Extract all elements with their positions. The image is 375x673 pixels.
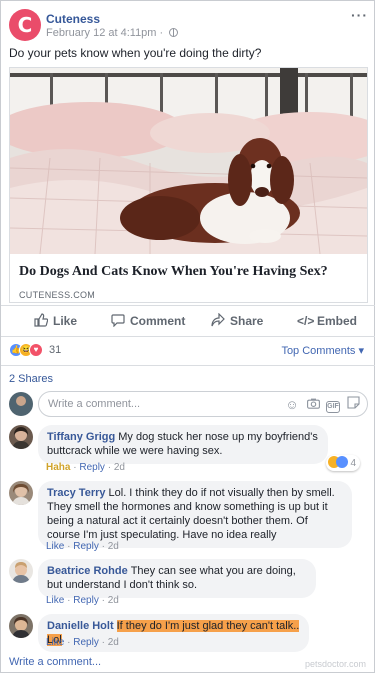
avatar[interactable] xyxy=(9,425,33,449)
divider xyxy=(1,336,375,337)
like-link[interactable]: Like xyxy=(46,541,64,552)
camera-icon[interactable] xyxy=(305,397,321,413)
thumbs-up-icon xyxy=(33,306,49,336)
globe-icon xyxy=(169,28,179,37)
comment-input[interactable] xyxy=(39,392,279,416)
page-name-link[interactable]: Cuteness xyxy=(46,12,100,26)
like-link[interactable]: Like xyxy=(46,637,64,648)
embed-label: Embed xyxy=(317,314,358,328)
reply-link[interactable]: Reply xyxy=(79,462,105,473)
comment-time[interactable]: 2d xyxy=(108,595,119,606)
like-label: Like xyxy=(53,314,78,328)
post-header: C Cuteness February 12 at 4:11pm · ··· xyxy=(9,7,368,41)
avatar[interactable] xyxy=(9,614,33,638)
comment-bubble: Tiffany Grigg My dog stuck her nose up my… xyxy=(38,425,328,464)
facebook-post-card: C Cuteness February 12 at 4:11pm · ··· D… xyxy=(0,0,375,673)
comment-bubble: Beatrice Rohde They can see what you are … xyxy=(38,559,316,598)
code-brackets-icon: </> xyxy=(297,314,315,328)
comment-author[interactable]: Beatrice Rohde xyxy=(47,565,128,577)
link-preview-card[interactable]: Do Dogs And Cats Know When You're Having… xyxy=(9,67,368,303)
reply-link[interactable]: Reply xyxy=(73,541,99,552)
post-meta: February 12 at 4:11pm · xyxy=(46,27,179,39)
comment-actions: Like · Reply · 2d xyxy=(46,595,119,606)
page-logo[interactable]: C xyxy=(9,9,41,41)
reaction-count: 31 xyxy=(49,344,62,356)
dog-on-bed-image xyxy=(10,68,367,254)
link-title[interactable]: Do Dogs And Cats Know When You're Having… xyxy=(19,264,328,280)
comment-label: Comment xyxy=(130,314,186,328)
share-label: Share xyxy=(230,314,264,328)
avatar[interactable] xyxy=(9,481,33,505)
divider xyxy=(1,365,375,366)
emoji-icon[interactable]: ☺ xyxy=(284,397,300,413)
comment-actions: Like · Reply · 2d xyxy=(46,637,119,648)
embed-button[interactable]: </> Embed xyxy=(297,306,357,336)
top-comments-dropdown[interactable]: Top Comments ▾ xyxy=(281,344,364,357)
speech-bubble-icon xyxy=(110,306,126,336)
comment-actions: Like · Reply · 2d xyxy=(46,541,119,552)
comment-time[interactable]: 2d xyxy=(114,462,125,473)
composer-icons: ☺ GIF xyxy=(279,396,361,413)
love-icon: ♥ xyxy=(29,343,43,357)
share-button[interactable]: Share xyxy=(210,306,263,336)
reply-link[interactable]: Reply xyxy=(73,595,99,606)
post-text: Do your pets know when you're doing the … xyxy=(9,46,262,60)
comment-author[interactable]: Danielle Holt xyxy=(47,620,114,632)
haha-reaction-link[interactable]: Haha xyxy=(46,462,70,473)
comment-reaction-badge[interactable]: 4 xyxy=(325,455,360,471)
comment-composer[interactable]: ☺ GIF xyxy=(38,391,368,417)
comment-button[interactable]: Comment xyxy=(110,306,185,336)
comment-reaction-count: 4 xyxy=(350,458,356,469)
write-comment-link[interactable]: Write a comment... xyxy=(9,656,101,668)
gif-icon[interactable]: GIF xyxy=(326,401,340,413)
share-arrow-icon xyxy=(210,306,226,336)
like-link[interactable]: Like xyxy=(46,595,64,606)
post-timestamp[interactable]: February 12 at 4:11pm xyxy=(46,27,156,39)
reply-link[interactable]: Reply xyxy=(73,637,99,648)
like-icon xyxy=(335,456,348,468)
avatar[interactable] xyxy=(9,559,33,583)
comment-actions: Haha · Reply · 2d xyxy=(46,462,125,473)
post-action-bar: Like Comment Share </> Embed xyxy=(9,306,368,336)
comment-time[interactable]: 2d xyxy=(108,541,119,552)
sticker-icon[interactable] xyxy=(345,396,361,412)
comment-author[interactable]: Tracy Terry xyxy=(47,487,106,499)
avatar[interactable] xyxy=(9,392,33,416)
meta-separator: · xyxy=(156,27,167,39)
watermark: petsdoctor.com xyxy=(304,659,366,669)
shares-link[interactable]: 2 Shares xyxy=(9,373,53,385)
comment-time[interactable]: 2d xyxy=(108,637,119,648)
like-button[interactable]: Like xyxy=(33,306,77,336)
link-preview-image[interactable] xyxy=(10,68,367,254)
more-options-icon[interactable]: ··· xyxy=(351,7,368,23)
comment-bubble: Tracy Terry Lol. I think they do if not v… xyxy=(38,481,352,548)
link-domain: CUTENESS.COM xyxy=(19,290,96,300)
comment-author[interactable]: Tiffany Grigg xyxy=(47,431,115,443)
